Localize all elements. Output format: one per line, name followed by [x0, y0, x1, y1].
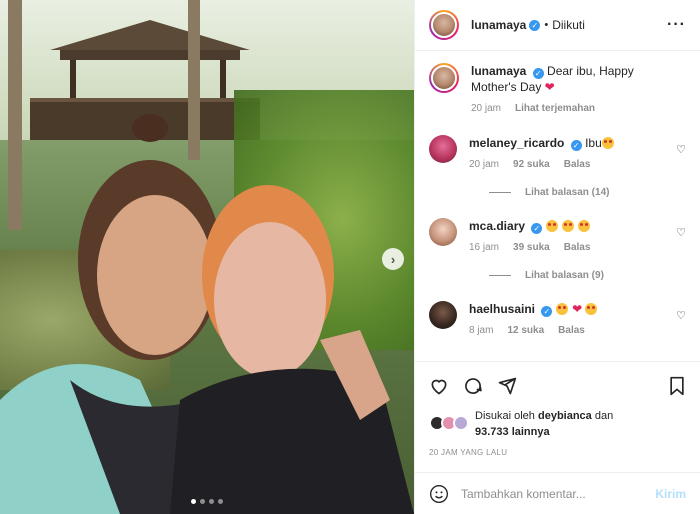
comment-composer: Kirim [415, 472, 700, 514]
comment-time[interactable]: 20 jam [469, 157, 499, 173]
see-translation-link[interactable]: Lihat terjemahan [515, 101, 595, 117]
follow-status-button[interactable]: Diikuti [552, 18, 585, 32]
caption: lunamaya ✓ Dear ibu, Happy Mother's Day … [429, 63, 686, 117]
commenter-avatar[interactable] [429, 218, 457, 246]
photo-people [0, 114, 414, 514]
likes-count[interactable]: 93.733 lainnya [475, 426, 550, 438]
post-photo[interactable]: › [0, 0, 414, 514]
comment-time[interactable]: 8 jam [469, 323, 493, 339]
next-slide-button[interactable]: › [382, 248, 404, 270]
like-heart-icon[interactable] [429, 376, 449, 396]
verified-icon: ✓ [531, 223, 543, 234]
comment: melaney_ricardo ✓ Ibu 20 jam 92 suka Bal… [429, 135, 686, 173]
commenter-avatar[interactable] [429, 301, 457, 329]
carousel-dot [200, 499, 205, 504]
separator-dot: • [544, 19, 549, 31]
reply-button[interactable]: Balas [564, 240, 591, 256]
verified-icon: ✓ [541, 306, 553, 317]
comment-time[interactable]: 16 jam [469, 240, 499, 256]
caption-username[interactable]: lunamaya [471, 64, 526, 78]
liked-by-user[interactable]: deybianca [538, 410, 592, 422]
comment: haelhusaini ✓ ❤ 8 jam 12 suka Balas ♡ [429, 301, 686, 339]
view-replies-link[interactable]: Lihat balasan (9) [489, 270, 686, 281]
post-actions: Disukai oleh deybianca dan 93.733 lainny… [415, 361, 700, 457]
replies-divider [489, 192, 511, 193]
author-avatar[interactable] [429, 10, 459, 40]
post-timestamp[interactable]: 20 JAM YANG LALU [429, 448, 686, 457]
verified-icon: ✓ [529, 19, 541, 31]
comment-likes[interactable]: 39 suka [513, 240, 550, 256]
comment-username[interactable]: melaney_ricardo [469, 136, 564, 150]
like-comment-icon[interactable]: ♡ [676, 309, 686, 322]
liker-avatar [453, 415, 469, 431]
carousel-dots [0, 499, 414, 504]
more-options-icon[interactable]: ··· [667, 16, 686, 34]
verified-icon: ✓ [570, 140, 582, 151]
like-comment-icon[interactable]: ♡ [676, 226, 686, 239]
send-comment-button[interactable]: Kirim [655, 487, 686, 501]
star-struck-emoji [578, 220, 591, 232]
view-replies-label: Lihat balasan (14) [525, 187, 610, 198]
red-heart-emoji: ❤ [572, 302, 583, 316]
carousel-dot [191, 499, 196, 504]
liked-by-prefix: Disukai oleh [475, 410, 535, 422]
comments-list: lunamaya ✓ Dear ibu, Happy Mother's Day … [415, 51, 700, 339]
star-struck-emoji [562, 220, 575, 232]
bookmark-icon[interactable] [668, 376, 686, 396]
comment-likes[interactable]: 92 suka [513, 157, 550, 173]
comment-input[interactable] [461, 486, 641, 501]
red-heart-emoji: ❤ [544, 80, 555, 94]
comment-bubble-icon[interactable] [463, 376, 483, 396]
view-replies-label: Lihat balasan (9) [525, 270, 604, 281]
likes-summary: Disukai oleh deybianca dan 93.733 lainny… [429, 408, 686, 440]
comment-username[interactable]: mca.diary [469, 219, 525, 233]
view-replies-link[interactable]: Lihat balasan (14) [489, 187, 686, 198]
comments-panel: lunamaya ✓ • Diikuti ··· lunamaya ✓ Dear… [414, 0, 700, 514]
replies-divider [489, 275, 511, 276]
star-struck-emoji [601, 137, 614, 149]
star-struck-emoji [555, 303, 568, 315]
carousel-dot [209, 499, 214, 504]
star-struck-emoji [545, 220, 558, 232]
comment: mca.diary ✓ 16 jam 39 suka Balas ♡ [429, 218, 686, 256]
share-send-icon[interactable] [497, 376, 517, 396]
likers-avatars[interactable] [429, 415, 471, 433]
caption-avatar[interactable] [429, 63, 459, 93]
liked-by-joiner: dan [594, 410, 614, 422]
comment-text: Ibu [585, 136, 602, 150]
comment-likes[interactable]: 12 suka [507, 323, 544, 339]
verified-icon: ✓ [532, 68, 544, 79]
star-struck-emoji [585, 303, 598, 315]
caption-time[interactable]: 20 jam [471, 101, 501, 117]
reply-button[interactable]: Balas [558, 323, 585, 339]
author-username[interactable]: lunamaya [471, 18, 526, 32]
comment-username[interactable]: haelhusaini [469, 302, 535, 316]
reply-button[interactable]: Balas [564, 157, 591, 173]
post-header: lunamaya ✓ • Diikuti ··· [415, 0, 700, 51]
carousel-dot [218, 499, 223, 504]
commenter-avatar[interactable] [429, 135, 457, 163]
emoji-picker-icon[interactable] [429, 484, 449, 504]
like-comment-icon[interactable]: ♡ [676, 143, 686, 156]
